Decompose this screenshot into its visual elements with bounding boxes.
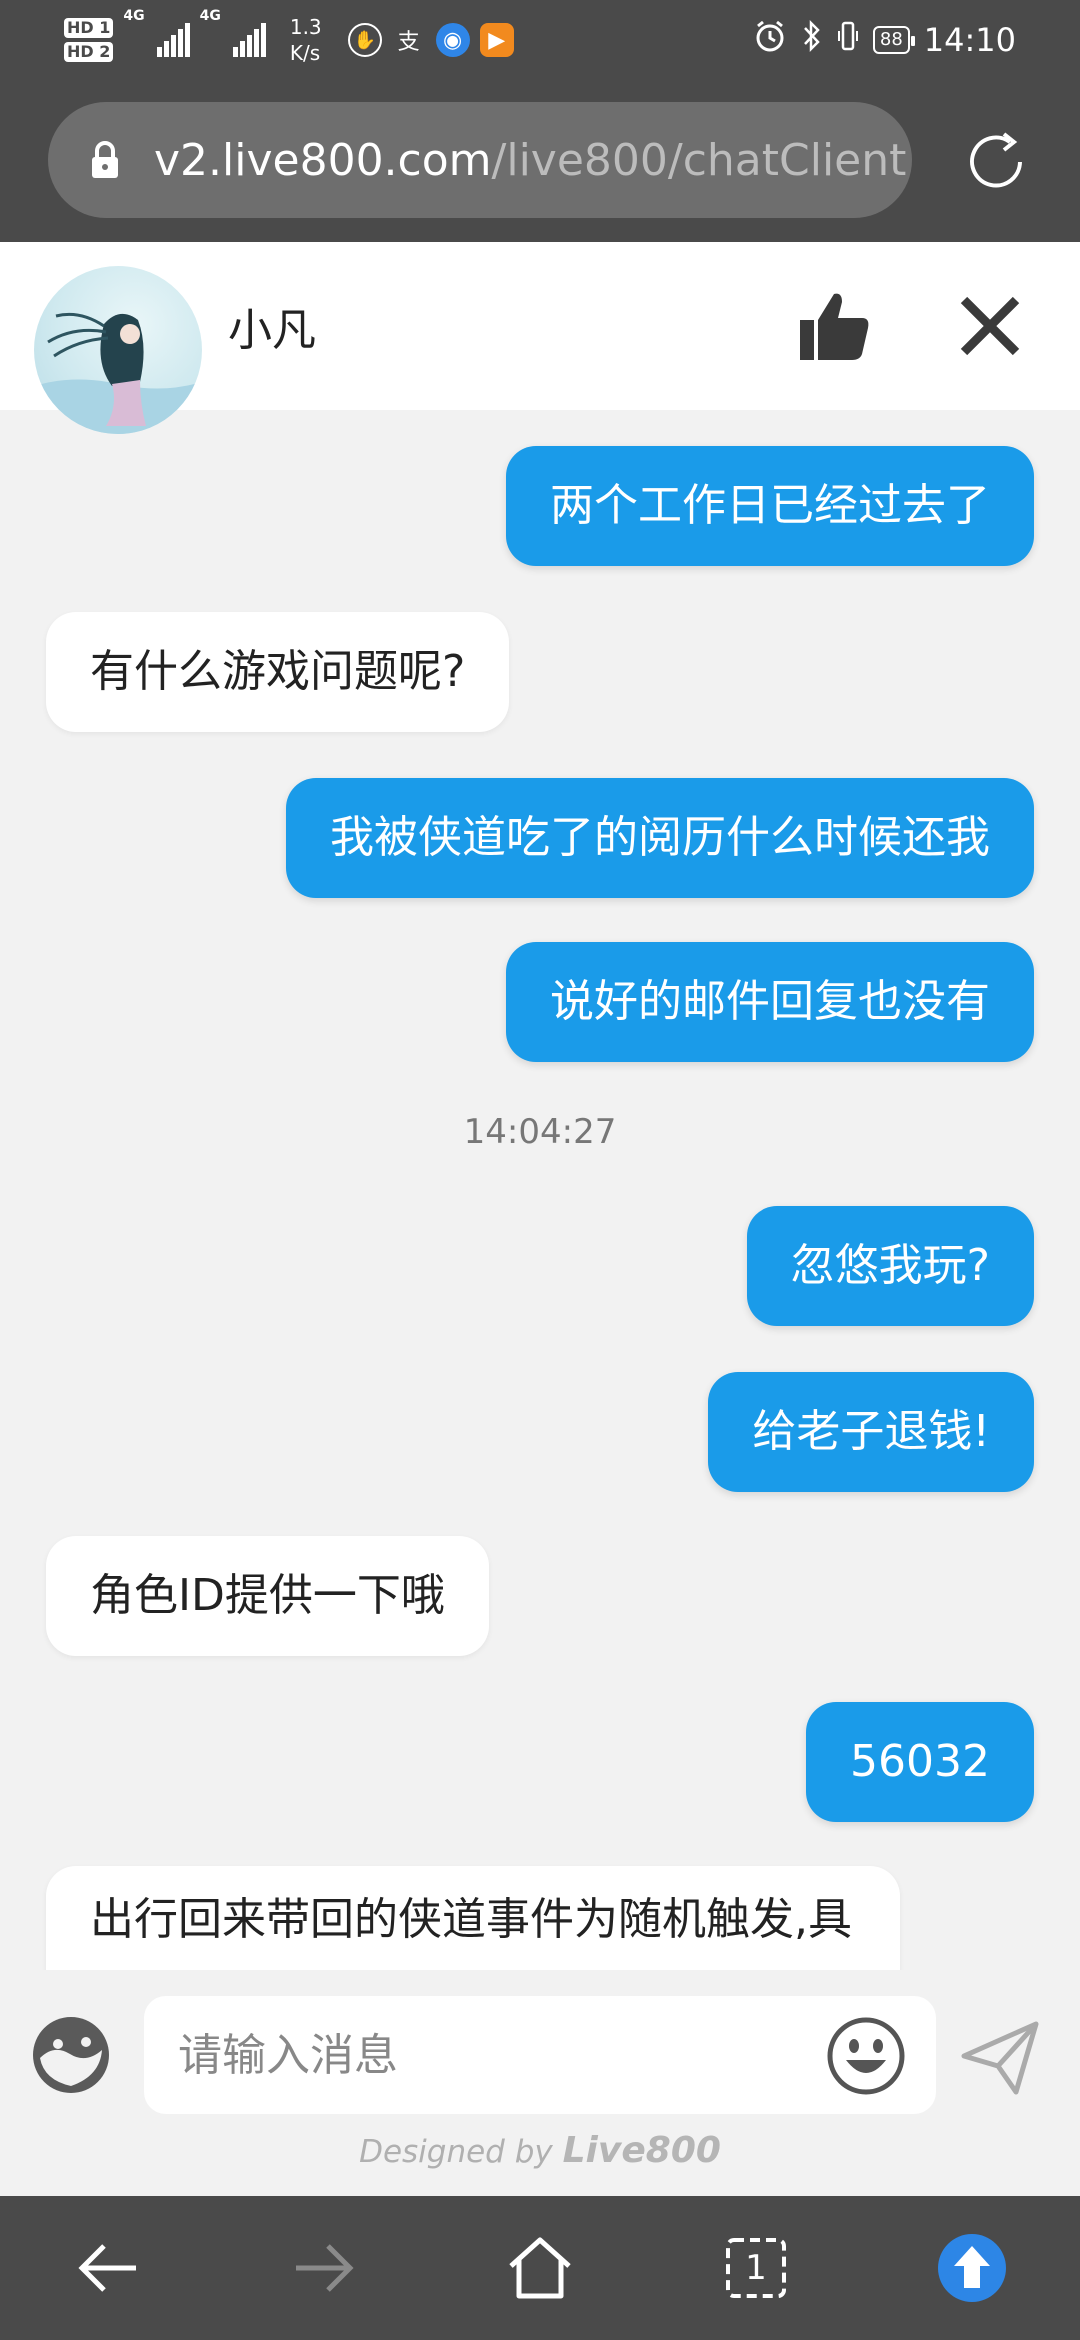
network-type-label-2: 4G <box>199 8 221 24</box>
thumbs-up-icon <box>800 293 869 360</box>
message-incoming: 出行回来带回的侠道事件为随机触发,具体请等待一个工作日内答复 <box>46 1866 900 1970</box>
network-type-label: 4G <box>123 8 145 24</box>
message-list[interactable]: 两个工作日已经过去了 有什么游戏问题呢? 我被侠道吃了的阅历什么时候还我 说好的… <box>0 410 1080 1970</box>
message-outgoing: 忽悠我玩? <box>746 1206 1034 1326</box>
designed-by-text: Designed by <box>359 2134 553 2170</box>
message-incoming: 有什么游戏问题呢? <box>46 612 510 732</box>
status-bar-right: 88 14:10 <box>753 8 1016 72</box>
home-button[interactable] <box>492 2226 588 2310</box>
like-button[interactable] <box>796 288 872 364</box>
vibrate-icon <box>837 19 859 61</box>
url-host: v2.live800.com <box>154 134 492 186</box>
forward-button[interactable] <box>276 2226 372 2310</box>
send-icon <box>961 2021 1039 2095</box>
alarm-icon <box>753 19 787 61</box>
arrow-left-icon <box>78 2244 136 2292</box>
agent-avatar <box>34 266 202 434</box>
close-icon <box>960 296 1020 356</box>
back-button[interactable] <box>60 2226 156 2310</box>
arrow-right-icon <box>296 2244 354 2292</box>
url-path: /live800/chatClient <box>491 134 907 186</box>
upload-arrow-icon <box>938 2234 1006 2302</box>
address-bar[interactable]: v2.live800.com/live800/chatClient <box>48 102 912 218</box>
message-input[interactable] <box>144 1996 936 2114</box>
message-outgoing: 56032 <box>806 1702 1034 1822</box>
reload-button[interactable] <box>956 122 1036 202</box>
message-incoming: 角色ID提供一下哦 <box>46 1536 489 1656</box>
status-bar-left: HD 1 HD 2 4G 4G 1.3 K/s ✋ 支 ◉ ▶ <box>64 8 514 72</box>
message-timestamp: 14:04:27 <box>463 1112 617 1152</box>
hd-2-label: HD 2 <box>64 42 114 62</box>
hand-icon: ✋ <box>347 23 382 57</box>
close-chat-button[interactable] <box>954 290 1026 362</box>
menu-button[interactable] <box>924 2226 1020 2310</box>
message-input-bar <box>0 1970 1080 2120</box>
network-speed-value: 1.3 <box>289 15 322 39</box>
network-speed: 1.3 K/s <box>290 14 322 66</box>
video-app-icon: ▶ <box>479 23 514 57</box>
alipay-icon: 支 <box>397 30 420 55</box>
browser-toolbar: v2.live800.com/live800/chatClient <box>0 80 1080 242</box>
lock-icon <box>92 141 118 178</box>
status-bar: HD 1 HD 2 4G 4G 1.3 K/s ✋ 支 ◉ ▶ 88 14:10 <box>0 0 1080 80</box>
hd-1-label: HD 1 <box>64 18 114 38</box>
battery-indicator: 88 <box>872 26 915 54</box>
designed-by-footer: Designed by Live800 <box>0 2130 1080 2171</box>
browser-app-icon: ◉ <box>435 23 470 57</box>
clock: 14:10 <box>923 21 1016 59</box>
emoji-button[interactable] <box>826 2016 906 2096</box>
signal-1-icon <box>156 23 190 57</box>
live800-logo-text: Live800 <box>562 2130 721 2171</box>
browser-bottom-nav: 1 <box>0 2196 1080 2340</box>
hd-indicators: HD 1 HD 2 <box>64 18 114 62</box>
send-button[interactable] <box>960 2020 1040 2096</box>
smiley-icon <box>827 2017 905 2095</box>
agent-name: 小凡 <box>228 305 316 356</box>
message-outgoing: 给老子退钱! <box>708 1372 1034 1492</box>
home-icon <box>509 2237 571 2299</box>
url-text: v2.live800.com/live800/chatClient <box>154 135 906 186</box>
tabs-button[interactable]: 1 <box>708 2226 804 2310</box>
robot-button[interactable] <box>30 2014 112 2096</box>
bluetooth-icon <box>801 19 823 61</box>
notification-icons: ✋ 支 ◉ ▶ <box>347 23 514 57</box>
message-outgoing: 说好的邮件回复也没有 <box>506 942 1034 1062</box>
tabs-count: 1 <box>745 2248 767 2288</box>
signal-2-icon <box>232 23 266 57</box>
network-speed-unit: K/s <box>289 41 321 65</box>
chat-header: 小凡 <box>0 242 1080 434</box>
reload-icon <box>970 132 1022 188</box>
message-outgoing: 我被侠道吃了的阅历什么时候还我 <box>286 778 1034 898</box>
robot-face-icon <box>33 2017 109 2093</box>
message-outgoing: 两个工作日已经过去了 <box>506 446 1034 566</box>
